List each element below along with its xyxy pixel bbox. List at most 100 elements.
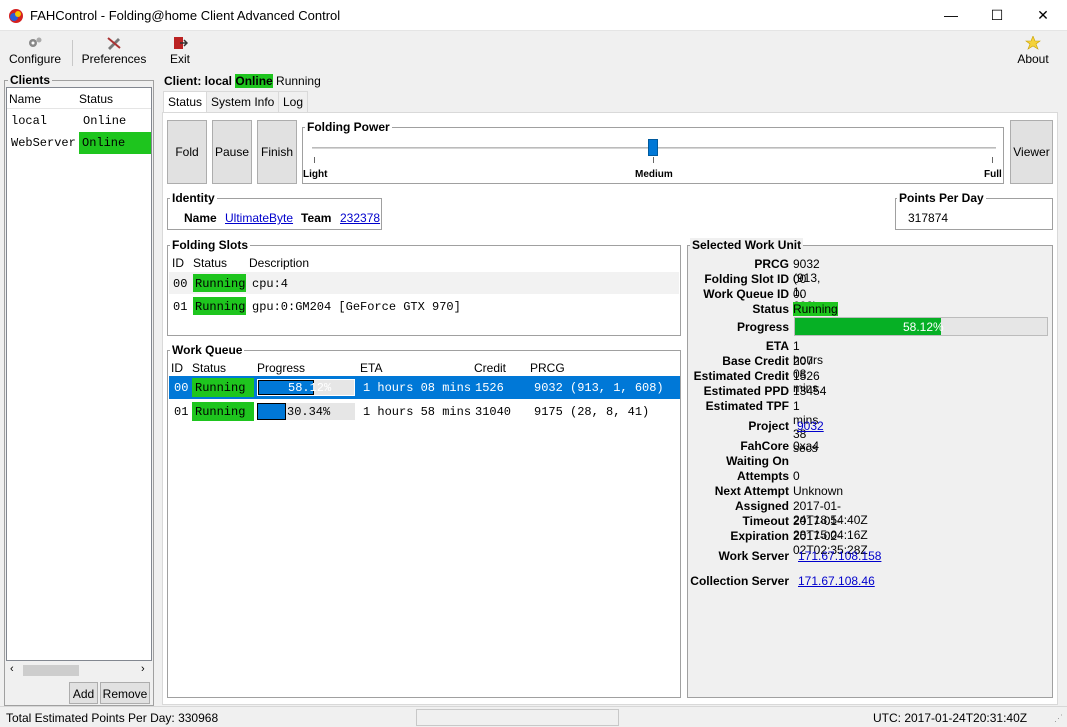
clients-col-status[interactable]: Status <box>79 92 113 106</box>
clients-list[interactable]: Name Status local Online WebServer Onlin… <box>6 87 152 661</box>
client-row[interactable]: WebServer Online <box>7 132 151 154</box>
identity-name-link[interactable]: UltimateByte <box>225 211 293 225</box>
power-full-label: Full <box>984 169 1002 180</box>
wu-fahcore-label: FahCore <box>740 439 789 453</box>
slot-row[interactable]: 00 Running cpu:4 <box>169 272 679 294</box>
wu-assigned-label: Assigned <box>734 499 789 513</box>
scroll-thumb[interactable] <box>23 665 79 676</box>
status-bar: Total Estimated Points Per Day: 330968 U… <box>0 706 1067 727</box>
wu-progress-bar: 58.12% <box>794 317 1048 336</box>
about-label: About <box>1017 52 1049 66</box>
minimize-button[interactable]: — <box>928 0 974 31</box>
queue-col-eta[interactable]: ETA <box>360 361 382 375</box>
identity-team-link[interactable]: 232378 <box>340 211 380 225</box>
wu-est-ppd-label: Estimated PPD <box>703 384 789 398</box>
tools-icon <box>107 37 121 50</box>
viewer-button[interactable]: Viewer <box>1010 120 1053 184</box>
clients-title: Clients <box>8 73 53 87</box>
ppd-value: 317874 <box>908 211 949 225</box>
power-light-label: Light <box>303 169 328 180</box>
wu-project-link[interactable]: 9032 <box>797 419 824 433</box>
tab-log[interactable]: Log <box>278 91 309 112</box>
title-bar: FAHControl - Folding@home Client Advance… <box>0 0 1067 31</box>
slot-row[interactable]: 01 Running gpu:0:GM204 [GeForce GTX 970] <box>169 295 679 317</box>
queue-eta: 1 hours 08 mins <box>363 381 472 395</box>
exit-button[interactable]: Exit <box>166 36 194 66</box>
wu-work-server-label: Work Server <box>718 549 789 563</box>
tab-system-info[interactable]: System Info <box>206 91 280 112</box>
exit-label: Exit <box>169 52 190 66</box>
client-row[interactable]: local Online <box>7 110 151 132</box>
queue-col-status[interactable]: Status <box>192 361 226 375</box>
clients-hscrollbar[interactable]: ‹ › <box>7 662 151 679</box>
slots-col-id[interactable]: ID <box>172 256 184 270</box>
wu-collection-server-label: Collection Server <box>690 574 789 588</box>
remove-client-button[interactable]: Remove <box>100 682 150 704</box>
queue-credit: 1526 <box>475 381 504 395</box>
queue-status: Running <box>192 402 254 421</box>
wu-slot-label: Folding Slot ID <box>704 272 789 286</box>
work-queue-title: Work Queue <box>170 343 245 357</box>
wu-next-attempt-value: Unknown <box>793 484 844 498</box>
tab-status[interactable]: Status <box>163 91 208 113</box>
client-header-label: Client: local <box>164 74 233 88</box>
status-bar-progress <box>416 709 619 726</box>
power-slider-thumb[interactable] <box>648 139 658 156</box>
queue-row-selected[interactable]: 00 Running 58.12% 1 hours 08 mins 1526 9… <box>169 376 680 399</box>
queue-id: 00 <box>174 381 189 395</box>
exit-icon <box>174 37 188 49</box>
queue-credit: 31040 <box>475 405 512 419</box>
wu-attempts-label: Attempts <box>736 469 789 483</box>
clients-col-name[interactable]: Name <box>9 92 41 106</box>
wu-queue-value: 00 <box>793 287 807 301</box>
wu-fahcore-value: 0xa4 <box>793 439 820 453</box>
queue-status: Running <box>192 378 254 397</box>
client-status-online: Online <box>79 132 151 154</box>
wu-est-tpf-label: Estimated TPF <box>705 399 789 413</box>
about-button[interactable]: About <box>1012 36 1054 66</box>
slots-col-desc[interactable]: Description <box>249 256 309 270</box>
queue-col-progress[interactable]: Progress <box>257 361 305 375</box>
scroll-right-icon[interactable]: › <box>141 663 145 675</box>
queue-col-prcg[interactable]: PRCG <box>530 361 565 375</box>
queue-id: 01 <box>174 405 189 419</box>
identity-name-label: Name <box>184 211 217 225</box>
utc-time-text: UTC: 2017-01-24T20:31:40Z <box>873 711 1028 725</box>
queue-col-credit[interactable]: Credit <box>474 361 506 375</box>
client-name: local <box>11 114 48 128</box>
queue-progress-text: 58.12% <box>288 381 332 395</box>
configure-button[interactable]: Configure <box>6 36 64 66</box>
slots-col-status[interactable]: Status <box>193 256 227 270</box>
star-icon <box>1025 36 1041 50</box>
client-status: Online <box>83 114 127 128</box>
wu-project-label: Project <box>748 419 789 433</box>
close-button[interactable]: ✕ <box>1020 0 1066 31</box>
wu-progress-label: Progress <box>736 320 789 334</box>
pause-button[interactable]: Pause <box>212 120 252 184</box>
wu-work-server-link[interactable]: 171.67.108.158 <box>798 549 881 563</box>
wu-est-credit-value: 1526 <box>793 369 820 383</box>
slider-tick <box>314 157 315 163</box>
preferences-button[interactable]: Preferences <box>80 36 148 66</box>
maximize-button[interactable]: ☐ <box>974 0 1020 31</box>
client-running-status: Running <box>276 74 321 88</box>
identity-team-label: Team <box>301 211 332 225</box>
total-ppd-text: Total Estimated Points Per Day: 330968 <box>6 711 219 725</box>
resize-grip-icon[interactable]: ⋰ <box>1054 713 1063 724</box>
fold-button[interactable]: Fold <box>167 120 207 184</box>
ppd-title: Points Per Day <box>897 191 986 205</box>
slot-desc: gpu:0:GM204 [GeForce GTX 970] <box>252 300 461 314</box>
client-name: WebServer <box>11 136 76 150</box>
add-client-button[interactable]: Add <box>69 682 98 704</box>
wu-attempts-value: 0 <box>793 469 800 483</box>
preferences-label: Preferences <box>81 52 147 66</box>
queue-row[interactable]: 01 Running 30.34% 1 hours 58 mins 31040 … <box>169 400 680 423</box>
queue-col-id[interactable]: ID <box>171 361 183 375</box>
scroll-left-icon[interactable]: ‹ <box>10 663 14 675</box>
configure-label: Configure <box>8 52 62 66</box>
wu-base-credit-label: Base Credit <box>722 354 789 368</box>
wu-collection-server-link[interactable]: 171.67.108.46 <box>798 574 875 588</box>
wu-progress-text: 58.12% <box>903 320 944 334</box>
wu-status-label: Status <box>752 302 789 316</box>
finish-button[interactable]: Finish <box>257 120 297 184</box>
